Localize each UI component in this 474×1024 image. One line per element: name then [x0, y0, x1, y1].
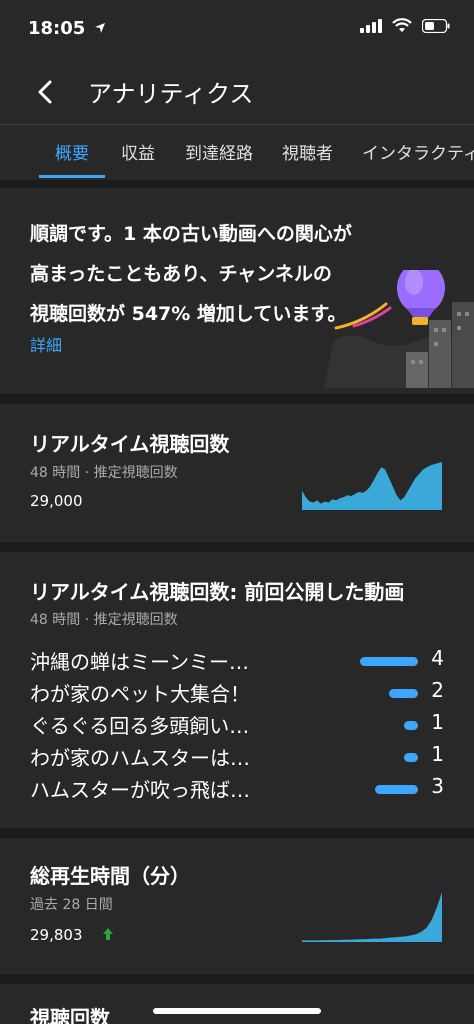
realtime-card[interactable]: リアルタイム視聴回数 48 時間 · 推定視聴回数 29,000 [0, 404, 474, 542]
card-title: リアルタイム視聴回数: 前回公開した動画 [30, 580, 405, 604]
video-view-count: 2 [431, 678, 444, 702]
tab-reach[interactable]: 到達経路 [185, 139, 253, 164]
back-button[interactable] [30, 76, 62, 108]
cellular-signal-icon [360, 18, 382, 33]
video-view-count: 1 [431, 710, 444, 734]
video-title: ぐるぐる回る多頭飼い… [30, 714, 250, 738]
page-title: アナリティクス [88, 80, 254, 108]
watch-time-area [302, 892, 442, 942]
video-view-bar [389, 689, 418, 698]
card-subtitle: 48 時間 · 推定視聴回数 [30, 465, 178, 481]
video-row[interactable]: ハムスターが吹っ飛ば… 3 [30, 774, 444, 806]
watch-time-card[interactable]: 総再生時間（分） 過去 28 日間 29,803 [0, 838, 474, 974]
status-time: 18:05 [28, 18, 106, 39]
tab-interactivity[interactable]: インタラクティ [362, 139, 474, 164]
tab-bar: 概要 収益 到達経路 視聴者 インタラクティ [0, 124, 474, 180]
latest-video-card[interactable]: リアルタイム視聴回数: 前回公開した動画 48 時間 · 推定視聴回数 沖縄の蝉… [0, 552, 474, 828]
video-row[interactable]: 沖縄の蝉はミーンミー… 4 [30, 646, 444, 678]
video-title: わが家のペット大集合！ [30, 682, 250, 706]
video-view-bar [374, 785, 418, 794]
home-indicator [153, 1008, 321, 1014]
realtime-area [302, 462, 442, 510]
battery-icon [422, 18, 450, 33]
status-bar: 18:05 [0, 0, 474, 60]
tab-overview[interactable]: 概要 [55, 139, 89, 164]
insight-line: 順調です。1 本の古い動画への関心が [30, 223, 352, 245]
video-view-bar [403, 753, 418, 762]
location-arrow-icon [94, 23, 105, 33]
video-title: わが家のハムスターは… [30, 746, 250, 770]
tab-audience[interactable]: 視聴者 [282, 139, 333, 164]
video-view-bar [360, 657, 418, 666]
video-view-count: 1 [431, 742, 444, 766]
realtime-value: 29,000 [30, 492, 83, 510]
tab-revenue[interactable]: 収益 [121, 139, 155, 164]
views-card[interactable]: 視聴回数 [0, 984, 474, 1024]
video-title: ハムスターが吹っ飛ば… [30, 778, 250, 802]
card-title: リアルタイム視聴回数 [30, 432, 230, 456]
video-view-bar [403, 721, 418, 730]
video-row[interactable]: ぐるぐる回る多頭飼い… 1 [30, 710, 444, 742]
card-title: 総再生時間（分） [30, 864, 190, 888]
card-subtitle: 48 時間 · 推定視聴回数 [30, 612, 178, 628]
insight-card: 順調です。1 本の古い動画への関心が 高まったこともあり、チャンネルの 視聴回数… [0, 188, 474, 394]
clock: 18:05 [28, 18, 86, 39]
watch-time-sparkline [302, 892, 442, 942]
card-subtitle: 過去 28 日間 [30, 897, 113, 913]
realtime-sparkline [302, 462, 442, 510]
tab-indicator [39, 175, 105, 178]
video-view-count: 3 [431, 774, 444, 798]
video-title: 沖縄の蝉はミーンミー… [30, 650, 249, 674]
details-link[interactable]: 詳細 [30, 332, 62, 356]
card-title: 視聴回数 [30, 1006, 110, 1024]
video-row[interactable]: わが家のペット大集合！ 2 [30, 678, 444, 710]
video-view-count: 4 [431, 646, 444, 670]
arrow-up-icon [103, 928, 114, 940]
watch-time-value: 29,803 [30, 926, 115, 944]
watch-time-number: 29,803 [30, 926, 83, 944]
balloon-illustration [324, 270, 474, 388]
wifi-icon [392, 18, 412, 32]
app-bar: アナリティクス [0, 60, 474, 124]
video-row[interactable]: わが家のハムスターは… 1 [30, 742, 444, 774]
chevron-left-icon [38, 80, 52, 104]
